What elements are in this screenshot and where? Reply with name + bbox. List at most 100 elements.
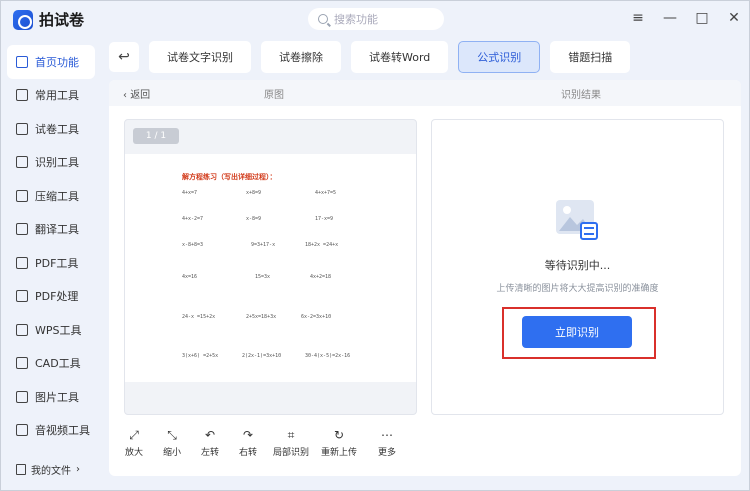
upload-hint: 上传清晰的图片将大大提高识别的准确度 [496, 284, 659, 294]
rotate-left-button[interactable]: ↶ 左转 [200, 428, 220, 458]
app-logo: 拍试卷 [13, 9, 84, 30]
sidebar-item-label: 音视频工具 [35, 424, 90, 438]
sidebar-item-image[interactable]: 图片工具 [1, 380, 101, 414]
sidebar-item-pdf-process[interactable]: PDF处理 [1, 280, 101, 314]
panel-header: ‹ 返回 原图 识别结果 [109, 80, 741, 106]
equation: 17-x=9 [315, 216, 334, 222]
partial-recognize-button[interactable]: ⌗ 局部识别 [273, 428, 310, 458]
more-icon: ⋯ [381, 428, 393, 442]
title-bar: 拍试卷 搜索功能 ≡ — □ ✕ [1, 1, 749, 37]
crop-icon: ⌗ [287, 428, 295, 442]
tool-label: 缩小 [162, 448, 181, 458]
tool-label: 重新上传 [321, 448, 358, 458]
tool-label: 放大 [124, 448, 143, 458]
sidebar-item-label: 压缩工具 [35, 189, 79, 203]
tool-label: 更多 [377, 448, 396, 458]
sidebar-item-cad[interactable]: CAD工具 [1, 347, 101, 381]
sidebar-item-translate[interactable]: 翻译工具 [1, 213, 101, 247]
reupload-icon: ↻ [333, 428, 345, 442]
sidebar-item-home[interactable]: 首页功能 [7, 45, 95, 79]
rotate-left-icon: ↶ [204, 428, 216, 442]
equation: x-8=9 [246, 216, 262, 222]
media-icon [16, 424, 28, 437]
sidebar-item-label: 图片工具 [35, 390, 79, 404]
back-arrow-icon: ↩ [118, 49, 130, 65]
logo-icon [13, 9, 33, 30]
sidebar-item-label: PDF工具 [35, 256, 79, 270]
sidebar: 首页功能 常用工具 试卷工具 识别工具 压缩工具 翻译工具 PDF工具 PDF处… [1, 45, 101, 447]
rotate-right-button[interactable]: ↷ 右转 [238, 428, 258, 458]
tab-paper-to-word[interactable]: 试卷转Word [351, 41, 449, 73]
paper-icon [16, 122, 28, 135]
sidebar-item-label: 试卷工具 [35, 122, 79, 136]
tool-label: 局部识别 [273, 448, 310, 458]
tab-mistake-scan[interactable]: 错题扫描 [550, 41, 631, 73]
tab-paper-erase[interactable]: 试卷擦除 [261, 41, 341, 73]
app-name: 拍试卷 [39, 11, 85, 29]
sidebar-item-common[interactable]: 常用工具 [1, 79, 101, 113]
shrink-icon: ⤡ [167, 428, 177, 442]
translate-icon [16, 223, 28, 236]
equation: 15=3x [255, 274, 271, 280]
equation: 4x+2=18 [310, 274, 332, 280]
minimize-icon[interactable]: — [663, 9, 677, 27]
equation: 4+x=7 [182, 190, 198, 196]
compress-icon [16, 189, 28, 202]
sidebar-item-media[interactable]: 音视频工具 [1, 414, 101, 448]
equation: x+8=9 [246, 190, 262, 196]
reupload-button[interactable]: ↻ 重新上传 [321, 428, 358, 458]
tab-formula-ocr[interactable]: 公式识别 [458, 41, 541, 73]
sidebar-item-label: PDF处理 [35, 290, 79, 304]
result-panel: 等待识别中... 上传清晰的图片将大大提高识别的准确度 立即识别 [431, 119, 724, 415]
zoom-in-button[interactable]: ⤢ 放大 [124, 428, 144, 458]
search-input[interactable]: 搜索功能 [308, 8, 444, 30]
pdf-icon [16, 256, 28, 269]
file-icon [16, 464, 26, 475]
result-label: 识别结果 [561, 90, 601, 101]
close-icon[interactable]: ✕ [727, 9, 741, 27]
equation: 4+x-2=7 [182, 216, 204, 222]
image-icon [16, 390, 28, 403]
preview-toolbar: ⤢ 放大 ⤡ 缩小 ↶ 左转 ↷ 右转 ⌗ 局部识别 ↻ 重新上传 ⋯ 更多 [124, 428, 402, 458]
equation: 4x=16 [182, 274, 198, 280]
my-files-link[interactable]: 我的文件 › [16, 462, 80, 477]
tool-label: 右转 [238, 448, 257, 458]
more-button[interactable]: ⋯ 更多 [372, 428, 402, 458]
zoom-out-button[interactable]: ⤡ 缩小 [162, 428, 182, 458]
equation: x-8+8=3 [182, 242, 204, 248]
home-icon [16, 55, 28, 68]
equation: 30-4(x-5)=2x-16 [305, 353, 351, 359]
equation: 18+2x =24+x [305, 242, 339, 248]
recognize-now-button[interactable]: 立即识别 [522, 316, 632, 348]
sidebar-item-label: 首页功能 [35, 55, 79, 69]
original-label: 原图 [264, 90, 284, 101]
wps-icon [16, 323, 28, 336]
equation: 24-x =15+2x [182, 314, 216, 320]
sidebar-item-recognize[interactable]: 识别工具 [1, 146, 101, 180]
sidebar-item-label: CAD工具 [35, 357, 81, 371]
tab-paper-ocr[interactable]: 试卷文字识别 [149, 41, 251, 73]
equation: 4+x+7=5 [315, 190, 337, 196]
window-controls: ≡ — □ ✕ [631, 9, 741, 27]
equation: 2+5x=18+3x [246, 314, 277, 320]
my-files-label: 我的文件 [31, 466, 71, 477]
sidebar-item-compress[interactable]: 压缩工具 [1, 179, 101, 213]
waiting-text: 等待识别中... [544, 259, 611, 272]
paper-title: 解方程练习（写出详细过程）： [182, 173, 277, 181]
menu-icon[interactable]: ≡ [631, 9, 645, 27]
sidebar-item-wps[interactable]: WPS工具 [1, 313, 101, 347]
maximize-icon[interactable]: □ [695, 9, 709, 27]
sidebar-item-paper[interactable]: 试卷工具 [1, 112, 101, 146]
tool-tabs: ↩ 试卷文字识别 试卷擦除 试卷转Word 公式识别 错题扫描 [109, 41, 631, 73]
back-link[interactable]: ‹ 返回 [123, 86, 150, 101]
image-placeholder-icon [556, 200, 598, 240]
page-badge: 1 / 1 [133, 128, 179, 144]
sidebar-item-pdf[interactable]: PDF工具 [1, 246, 101, 280]
back-arrow-button[interactable]: ↩ [109, 42, 139, 72]
equation: 9=3+17-x [251, 242, 276, 248]
search-icon [318, 14, 328, 24]
app-window: 拍试卷 搜索功能 ≡ — □ ✕ 首页功能 常用工具 试卷工具 识别工具 压缩工… [0, 0, 750, 491]
main-panel: ‹ 返回 原图 识别结果 1 / 1 解方程练习（写出详细过程）： 4+x=7 … [109, 80, 741, 476]
layers-icon [16, 89, 28, 102]
tool-label: 左转 [200, 448, 219, 458]
